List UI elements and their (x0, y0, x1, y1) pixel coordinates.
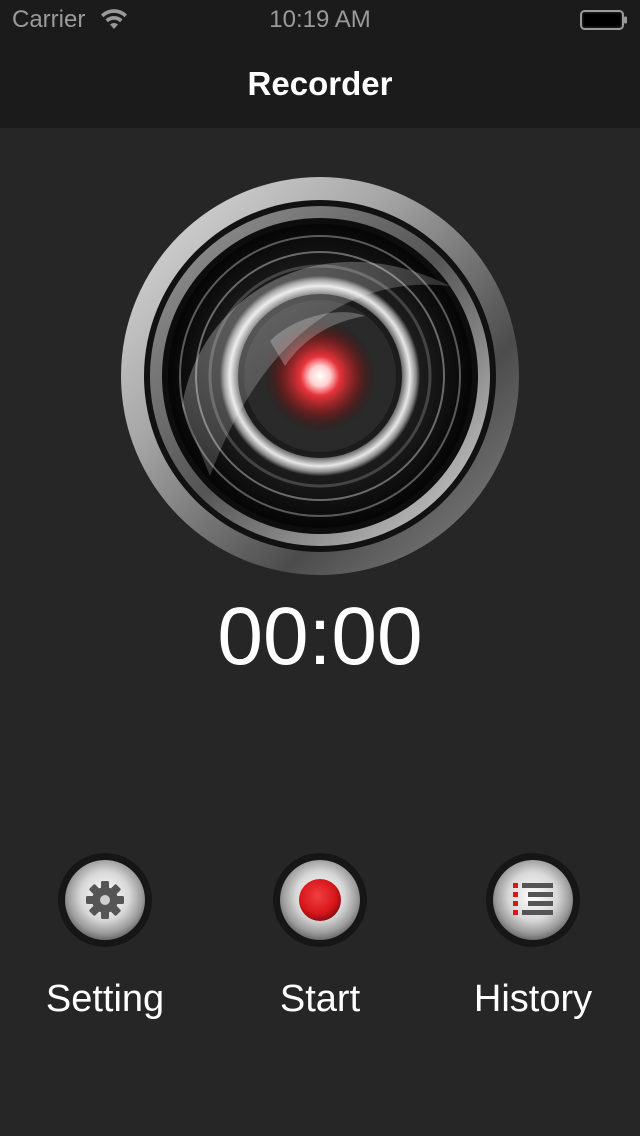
record-icon[interactable] (272, 852, 368, 948)
start-label[interactable]: Start (220, 976, 420, 1022)
page-title: Recorder (247, 65, 393, 102)
navigation-bar: Recorder (0, 40, 640, 128)
setting-control: Setting (5, 852, 205, 1032)
gear-icon[interactable] (57, 852, 153, 948)
status-time: 10:19 AM (269, 6, 371, 33)
status-bar: Carrier 10:19 AM (0, 0, 640, 40)
battery-icon (580, 10, 627, 30)
recorder-screen: Carrier 10:19 AM Recorder 00:00 Setting … (0, 0, 640, 1136)
start-control: Start (220, 852, 420, 1032)
history-label[interactable]: History (433, 976, 633, 1022)
setting-label[interactable]: Setting (5, 976, 205, 1022)
camera-lens-icon (121, 177, 519, 575)
history-control: History (433, 852, 633, 1032)
list-icon[interactable] (485, 852, 581, 948)
recording-timer: 00:00 (217, 591, 423, 682)
